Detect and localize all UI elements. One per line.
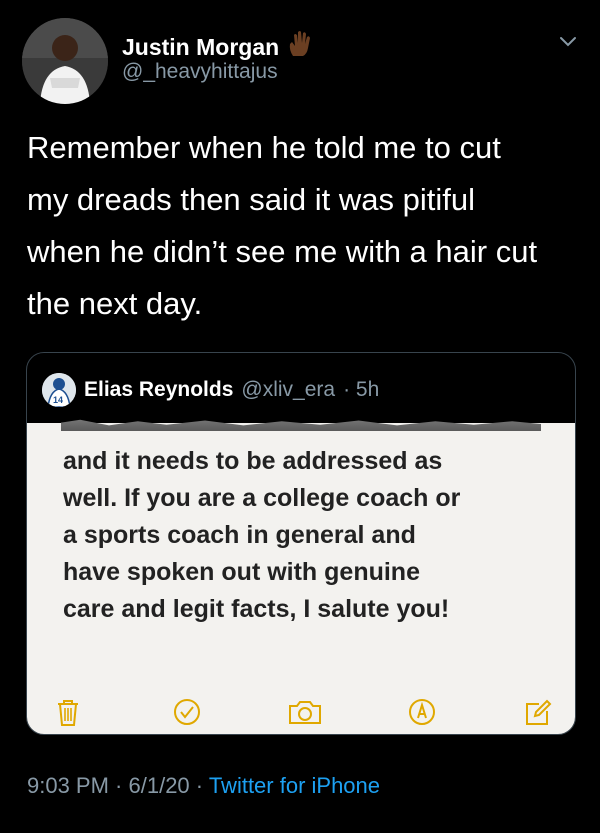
meta-separator: · bbox=[108, 773, 129, 798]
note-line: care and legit facts, I salute you! bbox=[63, 595, 450, 623]
chevron-down-icon[interactable] bbox=[558, 34, 578, 50]
quoted-tweet-header: 14 Elias Reynolds @xliv_era · 5h bbox=[42, 373, 379, 407]
pen-circle-icon bbox=[409, 699, 435, 725]
tweet-date[interactable]: 6/1/20 bbox=[129, 773, 190, 798]
checkmark-circle-icon bbox=[174, 699, 200, 725]
tweet-line: my dreads then said it was pitiful bbox=[27, 182, 475, 217]
notes-screenshot: and it needs to be addressed as well. If… bbox=[27, 419, 575, 734]
author-name[interactable]: Justin Morgan bbox=[122, 34, 279, 61]
quoted-author-name: Elias Reynolds bbox=[84, 378, 234, 401]
tweet-time[interactable]: 9:03 PM bbox=[27, 773, 109, 798]
note-text: and it needs to be addressed as well. If… bbox=[63, 443, 563, 628]
quoted-author-handle: @xliv_era bbox=[241, 378, 336, 401]
tweet-line: when he didn’t see me with a hair cut bbox=[27, 234, 538, 269]
note-line: a sports coach in general and bbox=[63, 521, 416, 549]
compose-icon bbox=[526, 699, 552, 725]
notes-toolbar bbox=[27, 693, 575, 733]
tweet-source-link[interactable]: Twitter for iPhone bbox=[209, 773, 380, 798]
quoted-tweet-card[interactable]: 14 Elias Reynolds @xliv_era · 5h and it … bbox=[26, 352, 576, 735]
tweet-line: Remember when he told me to cut bbox=[27, 130, 501, 165]
tweet-text: Remember when he told me to cut my dread… bbox=[27, 122, 577, 330]
quoted-tweet-time: · 5h bbox=[343, 378, 380, 401]
tweet-line: the next day. bbox=[27, 286, 203, 321]
author-avatar[interactable] bbox=[22, 18, 108, 104]
camera-icon bbox=[289, 701, 321, 724]
meta-separator: · bbox=[189, 773, 209, 798]
author-name-row[interactable]: Justin Morgan bbox=[122, 30, 313, 64]
note-line: well. If you are a college coach or bbox=[63, 484, 461, 512]
tweet-meta: 9:03 PM · 6/1/20 · Twitter for iPhone bbox=[27, 773, 380, 799]
trash-icon bbox=[58, 700, 78, 726]
cut-off-text-line bbox=[61, 419, 541, 431]
note-line: have spoken out with genuine bbox=[63, 558, 420, 586]
author-handle[interactable]: @_heavyhittajus bbox=[122, 60, 278, 84]
quoted-author-avatar: 14 bbox=[42, 373, 76, 407]
svg-text:14: 14 bbox=[53, 395, 63, 405]
note-line: and it needs to be addressed as bbox=[63, 447, 443, 475]
raised-hand-emoji bbox=[287, 30, 313, 64]
